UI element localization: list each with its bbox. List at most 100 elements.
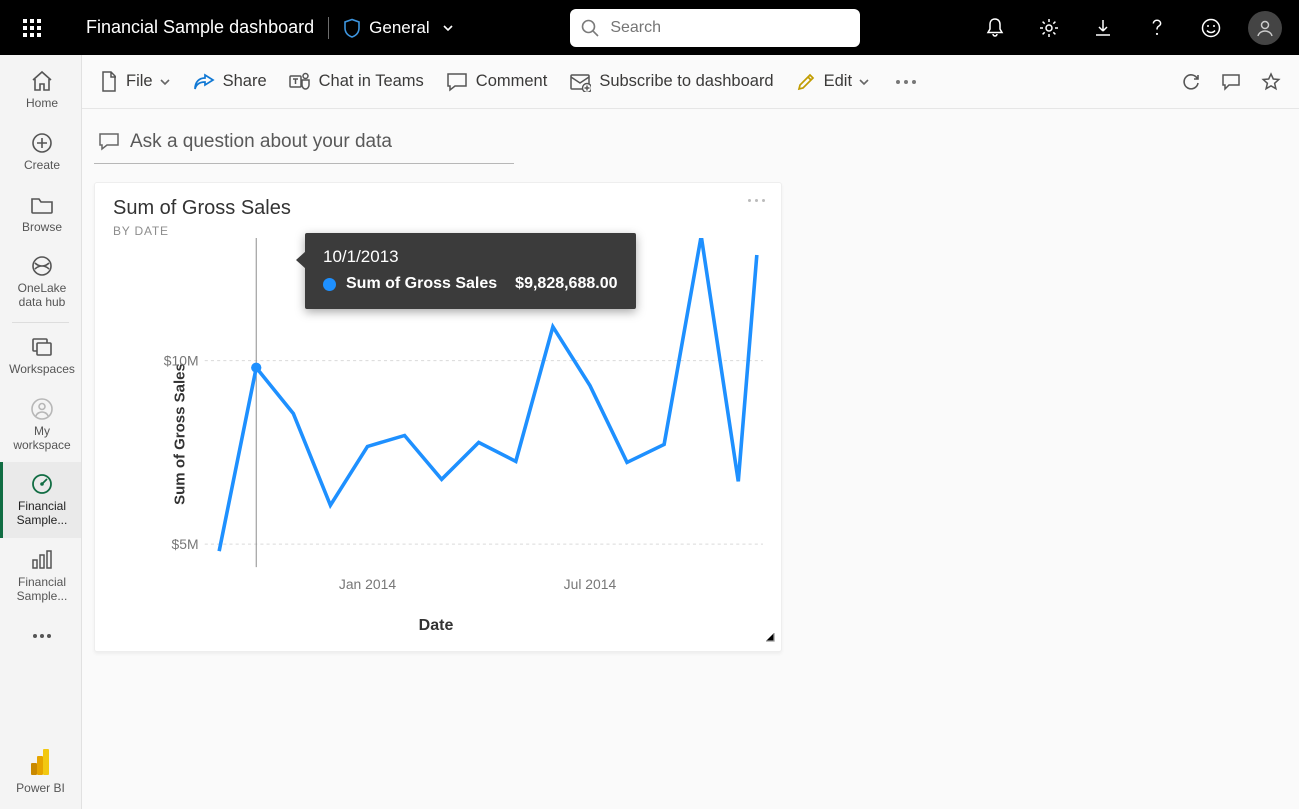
edit-menu[interactable]: Edit <box>796 72 870 92</box>
x-axis-label: Date <box>419 617 454 635</box>
comment-icon <box>1221 73 1241 91</box>
resize-icon <box>763 630 775 642</box>
ellipsis-icon <box>32 624 52 648</box>
powerbi-brand[interactable]: Power BI <box>0 739 81 809</box>
help-button[interactable] <box>1139 10 1175 46</box>
share-icon <box>193 73 215 91</box>
create-icon <box>30 131 54 155</box>
nav-my-workspace[interactable]: My workspace <box>0 387 81 463</box>
toolbar-more-button[interactable] <box>892 76 920 88</box>
nav-more[interactable] <box>0 614 81 658</box>
file-icon <box>100 71 118 93</box>
nav-label: Create <box>24 159 60 173</box>
person-icon <box>30 397 54 421</box>
nav-label: Home <box>26 97 58 111</box>
refresh-icon <box>1181 72 1201 92</box>
comment-button[interactable]: Comment <box>446 72 548 92</box>
refresh-button[interactable] <box>1181 72 1201 92</box>
comments-pane-button[interactable] <box>1221 73 1241 91</box>
subscribe-button[interactable]: Subscribe to dashboard <box>569 72 773 92</box>
search-input[interactable] <box>608 18 850 38</box>
tile-title: Sum of Gross Sales <box>113 197 763 220</box>
gauge-icon <box>30 472 54 496</box>
powerbi-icon <box>31 749 51 775</box>
folder-icon <box>30 193 54 217</box>
chat-teams-button[interactable]: Chat in Teams <box>289 72 424 92</box>
tooltip-metric: Sum of Gross Sales <box>346 275 497 293</box>
sensitivity-label: General <box>369 18 429 38</box>
download-icon <box>1093 18 1113 38</box>
onelake-icon <box>30 254 54 278</box>
nav-workspaces[interactable]: Workspaces <box>0 325 81 387</box>
avatar-icon <box>1248 11 1282 45</box>
nav-create[interactable]: Create <box>0 121 81 183</box>
svg-text:Jul 2014: Jul 2014 <box>564 577 617 592</box>
pencil-icon <box>796 72 816 92</box>
separator <box>328 17 329 39</box>
notifications-button[interactable] <box>977 10 1013 46</box>
dashboard-title: Financial Sample dashboard <box>56 17 314 38</box>
series-color-dot <box>323 278 336 291</box>
chart-area: Sum of Gross Sales $10M $5M <box>109 238 763 629</box>
nav-onelake[interactable]: OneLake data hub <box>0 244 81 320</box>
chevron-down-icon <box>858 76 870 88</box>
dashboard-toolbar: File Share Chat in Teams Comment Subscri… <box>82 55 1299 109</box>
comment-icon <box>446 72 468 92</box>
content-area: File Share Chat in Teams Comment Subscri… <box>82 55 1299 809</box>
home-icon <box>30 69 54 93</box>
chart-plot[interactable]: $10M $5M Jan 2014 Jul 2014 <box>145 238 763 597</box>
nav-label: Financial Sample... <box>5 576 79 604</box>
qna-input[interactable]: Ask a question about your data <box>94 125 514 164</box>
svg-text:Jan 2014: Jan 2014 <box>339 577 397 592</box>
settings-button[interactable] <box>1031 10 1067 46</box>
dashboard-canvas: Ask a question about your data Sum of Gr… <box>82 109 1299 668</box>
nav-label: Financial Sample... <box>5 500 79 528</box>
qna-placeholder: Ask a question about your data <box>130 131 392 153</box>
smiley-icon <box>1200 17 1222 39</box>
nav-sidebar: Home Create Browse OneLake data hub Work… <box>0 55 82 809</box>
nav-financial-dashboard[interactable]: Financial Sample... <box>0 462 81 538</box>
workspaces-icon <box>30 335 54 359</box>
bar-chart-icon <box>31 548 53 572</box>
waffle-icon <box>23 19 41 37</box>
chat-icon <box>98 132 120 152</box>
nav-label: Browse <box>22 221 62 235</box>
chart-tile[interactable]: Sum of Gross Sales By Date Sum of Gross … <box>94 182 782 652</box>
favorite-button[interactable] <box>1261 72 1281 92</box>
breadcrumb: Financial Sample dashboard General <box>56 17 454 39</box>
chart-tooltip: 10/1/2013 Sum of Gross Sales $9,828,688.… <box>305 233 636 309</box>
svg-text:$5M: $5M <box>172 537 199 552</box>
sensitivity-dropdown[interactable]: General <box>343 18 453 38</box>
share-button[interactable]: Share <box>193 72 267 91</box>
chevron-down-icon <box>442 22 454 34</box>
resize-handle[interactable] <box>763 629 775 645</box>
nav-browse[interactable]: Browse <box>0 183 81 245</box>
tile-more-button[interactable] <box>748 199 765 202</box>
teams-icon <box>289 72 311 92</box>
nav-home[interactable]: Home <box>0 59 81 121</box>
star-icon <box>1261 72 1281 92</box>
file-menu[interactable]: File <box>100 71 171 93</box>
subscribe-icon <box>569 72 591 92</box>
nav-financial-report[interactable]: Financial Sample... <box>0 538 81 614</box>
shield-icon <box>343 18 361 38</box>
nav-label: My workspace <box>5 425 79 453</box>
app-launcher-button[interactable] <box>8 4 56 52</box>
tooltip-value: $9,828,688.00 <box>515 275 617 293</box>
help-icon <box>1147 18 1167 38</box>
search-icon <box>580 18 600 38</box>
brand-label: Power BI <box>16 781 65 795</box>
bell-icon <box>985 17 1005 39</box>
header-actions <box>977 10 1291 46</box>
chevron-down-icon <box>159 76 171 88</box>
account-button[interactable] <box>1247 10 1283 46</box>
nav-label: Workspaces <box>9 363 75 377</box>
feedback-button[interactable] <box>1193 10 1229 46</box>
svg-text:$10M: $10M <box>164 354 199 369</box>
search-box[interactable] <box>570 9 860 47</box>
download-button[interactable] <box>1085 10 1121 46</box>
app-header: Financial Sample dashboard General <box>0 0 1299 55</box>
nav-label: OneLake data hub <box>5 282 79 310</box>
tooltip-date: 10/1/2013 <box>323 247 618 267</box>
gear-icon <box>1038 17 1060 39</box>
